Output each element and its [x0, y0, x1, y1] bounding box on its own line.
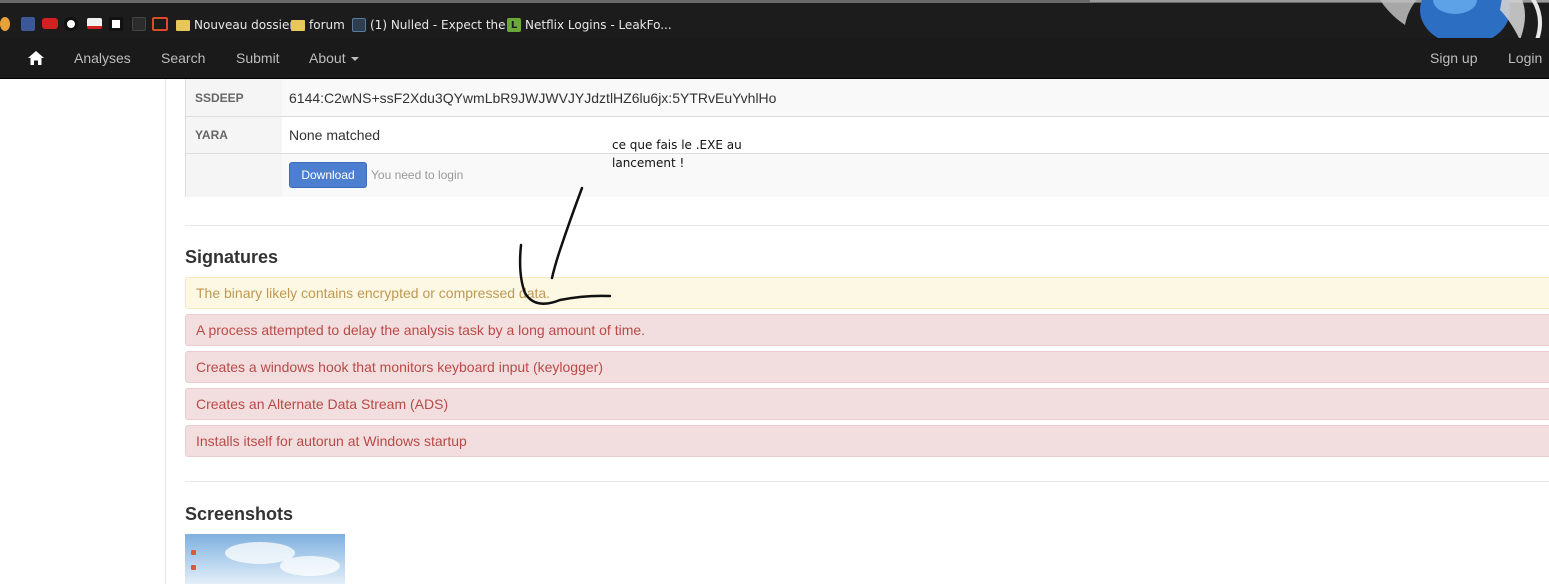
signatures-heading: Signatures	[185, 247, 279, 267]
annotation-line: ce que fais le .EXE au	[612, 138, 742, 152]
ssdeep-value: 6144:C2wNS+ssF2Xdu3QYwmLbR9JWJWVJYJdztlH…	[289, 90, 777, 106]
nav-about-dropdown[interactable]: About	[309, 50, 359, 66]
nav-about-label: About	[309, 50, 346, 66]
nulled-icon	[352, 18, 366, 32]
leakforums-icon: L	[507, 18, 521, 32]
row-key: YARA	[186, 117, 282, 153]
cg-bookmark-icon[interactable]	[152, 17, 168, 31]
bookmark-netflix-logins[interactable]: L Netflix Logins - LeakFo...	[507, 16, 672, 34]
circle-c-bookmark-icon[interactable]	[64, 17, 78, 31]
firefox-bookmark-icon[interactable]	[0, 17, 10, 31]
table-row: YARA None matched	[186, 116, 1549, 153]
bookmark-label: (1) Nulled - Expect the ...	[370, 18, 521, 32]
hand-drawn-arrow-icon	[518, 186, 612, 305]
bookmark-label: Nouveau dossier	[194, 18, 295, 32]
nav-sign-up[interactable]: Sign up	[1430, 50, 1477, 66]
nav-login[interactable]: Login	[1508, 50, 1542, 66]
download-login-note: You need to login	[371, 168, 464, 182]
h-bookmark-icon[interactable]	[109, 17, 123, 31]
yara-value: None matched	[289, 127, 381, 143]
table-row: Download You need to login	[186, 153, 1549, 197]
row-key	[186, 154, 282, 197]
signature-item-danger[interactable]: Installs itself for autorun at Windows s…	[185, 425, 1549, 457]
facebook-bookmark-icon[interactable]	[21, 17, 35, 31]
cloud-shape	[280, 556, 340, 576]
bookmark-label: Netflix Logins - LeakFo...	[525, 18, 672, 32]
table-row: SSDEEP 6144:C2wNS+ssF2Xdu3QYwmLbR9JWJWVJ…	[186, 79, 1549, 117]
section-divider	[185, 481, 1549, 482]
section-divider	[185, 225, 1549, 226]
home-icon[interactable]	[27, 50, 45, 66]
bookmark-nouveau-dossier[interactable]: Nouveau dossier	[176, 16, 294, 34]
sidebar-divider	[165, 79, 166, 584]
folder-icon	[176, 19, 190, 31]
bookmarks-bar: Nouveau dossier forum (1) Nulled - Expec…	[0, 0, 1549, 38]
screenshot-thumbnail[interactable]	[185, 534, 345, 584]
annotation-text: ce que fais le .EXE au lancement !	[612, 136, 772, 172]
nav-analyses[interactable]: Analyses	[74, 50, 131, 66]
desktop-icon	[191, 550, 196, 555]
file-info-table: SSDEEP 6144:C2wNS+ssF2Xdu3QYwmLbR9JWJWVJ…	[185, 79, 1549, 197]
annotation-line: lancement !	[612, 156, 685, 170]
row-key: SSDEEP	[186, 79, 282, 117]
caret-down-icon	[350, 57, 359, 62]
top-navbar: Analyses Search Submit About Sign up Log…	[0, 38, 1549, 79]
nav-submit[interactable]: Submit	[236, 50, 280, 66]
signature-item-danger[interactable]: Creates a windows hook that monitors key…	[185, 351, 1549, 383]
nav-search[interactable]: Search	[161, 50, 205, 66]
theme-globe-icon	[1380, 0, 1542, 38]
blank-bookmark-icon[interactable]	[132, 17, 146, 31]
bookmark-nulled[interactable]: (1) Nulled - Expect the ...	[352, 16, 521, 34]
desktop-icon	[191, 565, 196, 570]
youtube-bookmark-icon[interactable]	[42, 18, 58, 29]
signature-item-danger[interactable]: Creates an Alternate Data Stream (ADS)	[185, 388, 1549, 420]
gmail-bookmark-icon[interactable]	[87, 18, 102, 29]
bookmark-forum[interactable]: forum	[291, 16, 345, 34]
signature-item-danger[interactable]: A process attempted to delay the analysi…	[185, 314, 1549, 346]
folder-icon	[291, 19, 305, 31]
bookmark-label: forum	[309, 18, 345, 32]
download-button[interactable]: Download	[289, 162, 367, 188]
screenshots-heading: Screenshots	[185, 504, 294, 524]
signature-item-warning[interactable]: The binary likely contains encrypted or …	[185, 277, 1549, 309]
